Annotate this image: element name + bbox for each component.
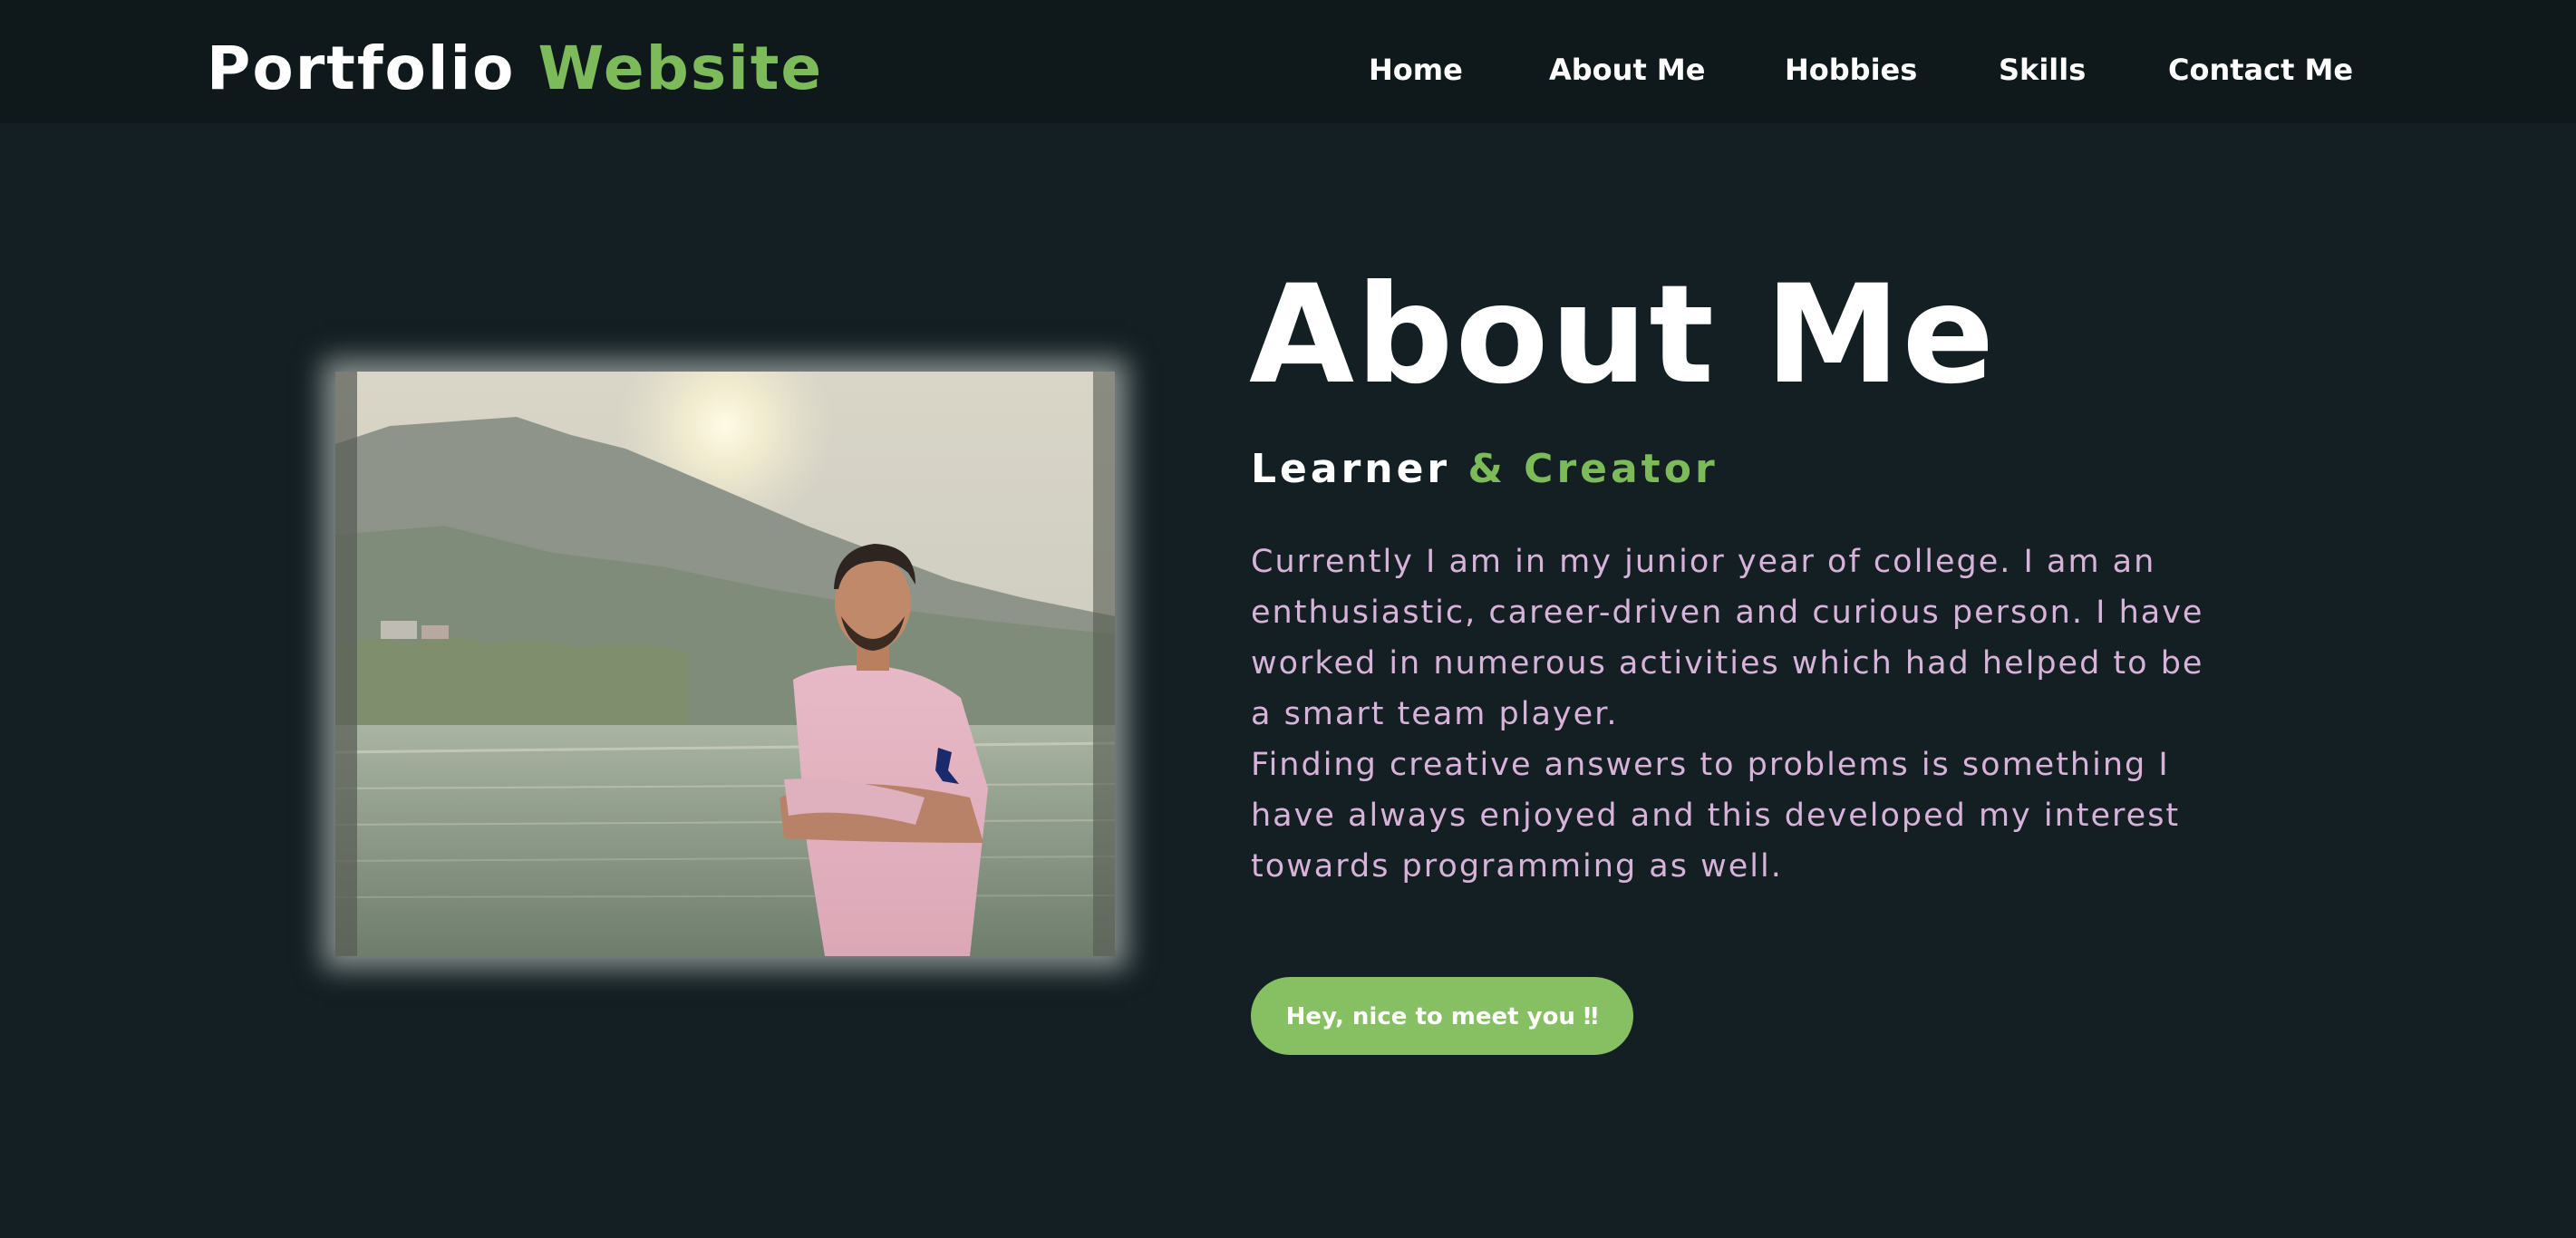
about-paragraph-1: Currently I am in my junior year of coll… [1251, 544, 2204, 732]
subtitle-main-text: Learner [1251, 446, 1451, 492]
about-subtitle: Learner & Creator [1251, 442, 1719, 497]
nav-link-home[interactable]: Home [1369, 47, 1463, 92]
main-nav: Home About Me Hobbies Skills Contact Me [0, 47, 2576, 92]
nav-link-about-me[interactable]: About Me [1549, 47, 1705, 92]
subtitle-accent-text: & Creator [1467, 446, 1719, 492]
about-description: Currently I am in my junior year of coll… [1251, 537, 2230, 892]
nav-link-skills[interactable]: Skills [1999, 47, 2086, 92]
profile-photo-illustration [335, 372, 1115, 956]
nice-to-meet-you-button[interactable]: Hey, nice to meet you ‼ [1251, 977, 1633, 1055]
nav-link-contact-me[interactable]: Contact Me [2168, 47, 2353, 92]
nav-link-hobbies[interactable]: Hobbies [1785, 47, 1917, 92]
site-header: Portfolio Website Home About Me Hobbies … [0, 0, 2576, 123]
about-title: About Me [1249, 256, 1997, 414]
about-paragraph-2: Finding creative answers to problems is … [1251, 747, 2181, 885]
profile-photo [335, 372, 1115, 956]
